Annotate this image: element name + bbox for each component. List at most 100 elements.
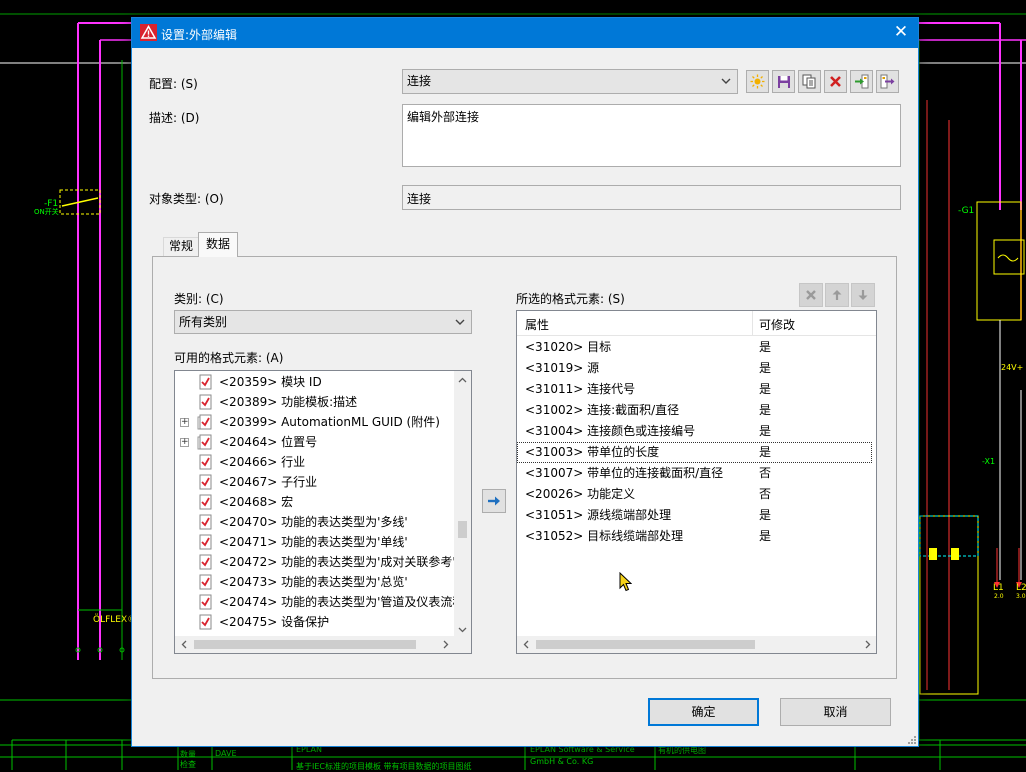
modifiable-value: 是 <box>759 508 772 522</box>
modifiable-value: 是 <box>759 424 772 438</box>
save-config-button[interactable] <box>772 70 795 93</box>
close-button[interactable]: ✕ <box>884 18 918 48</box>
available-elements-tree[interactable]: <20359> 模块 ID <20389> 功能模板:描述 + <20399> Aut… <box>174 370 472 654</box>
list-row[interactable]: <20026> 功能定义 否 <box>517 484 872 505</box>
column-header-modifiable[interactable]: 可修改 <box>759 316 795 333</box>
list-row[interactable]: <31019> 源 是 <box>517 358 872 379</box>
f1-desc: ON开关 <box>34 207 59 216</box>
scroll-right-icon[interactable] <box>859 636 876 653</box>
new-star-icon <box>750 74 765 89</box>
export-icon <box>880 74 895 89</box>
category-label: 类别: (C) <box>174 292 224 306</box>
available-hscrollbar[interactable] <box>175 636 471 653</box>
config-label: 配置: (S) <box>149 77 198 91</box>
modifiable-value: 是 <box>759 361 772 375</box>
tree-item[interactable]: <20359> 模块 ID <box>175 372 454 392</box>
tree-item[interactable]: + <20464> 位置号 <box>175 432 454 452</box>
hscroll-thumb[interactable] <box>536 640 755 649</box>
hscroll-thumb[interactable] <box>194 640 416 649</box>
move-down-button[interactable] <box>851 283 875 307</box>
scroll-right-icon[interactable] <box>437 636 454 653</box>
description-textarea[interactable]: 编辑外部连接 <box>402 104 901 167</box>
modifiable-value: 是 <box>759 340 772 354</box>
config-select[interactable]: 连接 <box>402 69 738 94</box>
object-type-field: 连接 <box>402 185 901 210</box>
object-type-label: 对象类型: (O) <box>149 192 224 206</box>
tab-data[interactable]: 数据 <box>198 232 238 257</box>
tree-item[interactable]: <20389> 功能模板:描述 <box>175 392 454 412</box>
import-config-button[interactable] <box>850 70 873 93</box>
tree-item[interactable]: <20474> 功能的表达类型为'管道及仪表流程 <box>175 592 464 612</box>
tree-item[interactable]: <20470> 功能的表达类型为'多线' <box>175 512 454 532</box>
new-config-button[interactable] <box>746 70 769 93</box>
property-name: <31019> 源 <box>525 361 600 375</box>
selected-elements-list[interactable]: 属性 可修改 <31020> 目标是 <31019> 源是 <31011> 连接代号… <box>516 310 877 654</box>
tree-item-label: <20471> 功能的表达类型为'单线' <box>219 535 408 549</box>
list-row[interactable]: <31007> 带单位的连接截面积/直径 否 <box>517 463 872 484</box>
tb-company2: GmbH & Co. KG <box>530 757 594 766</box>
tree-item-label: <20472> 功能的表达类型为'成对关联参考' <box>219 555 456 569</box>
expand-icon[interactable]: + <box>180 438 189 447</box>
add-element-button[interactable] <box>482 489 506 513</box>
list-row[interactable]: <31052> 目标线缆端部处理 是 <box>517 526 872 547</box>
ok-button[interactable]: 确定 <box>648 698 759 726</box>
property-check-icon <box>199 454 212 470</box>
list-row[interactable]: <31020> 目标 是 <box>517 337 872 358</box>
export-config-button[interactable] <box>876 70 899 93</box>
scroll-left-icon[interactable] <box>175 636 192 653</box>
tab-general[interactable]: 常规 <box>163 237 199 256</box>
category-select[interactable]: 所有类别 <box>174 310 472 334</box>
modifiable-value: 是 <box>759 529 772 543</box>
tree-item[interactable]: <20467> 子行业 <box>175 472 454 492</box>
property-check-icon <box>199 594 212 610</box>
list-row[interactable]: <31004> 连接颜色或连接编号 是 <box>517 421 872 442</box>
x1-label: -X1 <box>982 457 995 466</box>
chevron-down-icon <box>721 78 731 84</box>
property-check-icon <box>197 434 212 450</box>
scroll-up-icon[interactable] <box>454 371 471 388</box>
available-vscrollbar[interactable] <box>454 371 471 638</box>
tree-item[interactable]: <20475> 设备保护 <box>175 612 454 632</box>
move-up-button[interactable] <box>825 283 849 307</box>
tree-item[interactable]: <20468> 宏 <box>175 492 454 512</box>
tb-field2: DAVE <box>215 749 237 758</box>
expand-icon[interactable]: + <box>180 418 189 427</box>
mouse-cursor-icon <box>619 572 632 592</box>
property-check-icon <box>199 494 212 510</box>
tree-item[interactable]: <20471> 功能的表达类型为'单线' <box>175 532 454 552</box>
list-row[interactable]: <31003> 带单位的长度 是 <box>517 442 872 463</box>
list-row[interactable]: <31002> 连接:截面积/直径 是 <box>517 400 872 421</box>
tree-item[interactable]: <20473> 功能的表达类型为'总览' <box>175 572 454 592</box>
l2-label: L2 <box>1016 583 1026 593</box>
column-header-property[interactable]: 属性 <box>525 316 549 333</box>
resize-grip-icon[interactable] <box>906 734 916 744</box>
tree-item-label: <20474> 功能的表达类型为'管道及仪表流程 <box>219 595 465 609</box>
scroll-left-icon[interactable] <box>517 636 534 653</box>
tree-item-label: <20475> 设备保护 <box>219 615 330 629</box>
vscroll-thumb[interactable] <box>458 521 467 538</box>
delete-config-button[interactable] <box>824 70 847 93</box>
tree-item-label: <20389> 功能模板:描述 <box>219 395 358 409</box>
property-name: <31004> 连接颜色或连接编号 <box>525 424 696 438</box>
tree-item[interactable]: <20466> 行业 <box>175 452 454 472</box>
property-name: <31002> 连接:截面积/直径 <box>525 403 680 417</box>
list-row[interactable]: <31011> 连接代号 是 <box>517 379 872 400</box>
dialog-titlebar[interactable]: 设置:外部编辑 ✕ <box>132 18 918 48</box>
column-divider[interactable] <box>752 311 753 335</box>
warning-app-icon <box>140 24 157 41</box>
tab-panel-data: 类别: (C) 所有类别 可用的格式元素: (A) <20359> 模块 ID <… <box>152 256 897 679</box>
list-row[interactable]: <31051> 源线缆端部处理 是 <box>517 505 872 526</box>
modifiable-value: 是 <box>759 382 772 396</box>
remove-element-button[interactable] <box>799 283 823 307</box>
arrow-down-icon <box>858 290 868 300</box>
tree-item[interactable]: <20472> 功能的表达类型为'成对关联参考' <box>175 552 456 572</box>
cancel-button[interactable]: 取消 <box>780 698 891 726</box>
dialog-title: 设置:外部编辑 <box>161 28 238 42</box>
svg-text:2.0: 2.0 <box>994 593 1004 600</box>
tree-item[interactable]: + <20399> AutomationML GUID (附件) <box>175 412 454 432</box>
copy-config-button[interactable] <box>798 70 821 93</box>
property-name: <31003> 带单位的长度 <box>525 445 660 459</box>
tree-item-label: <20467> 子行业 <box>219 475 318 489</box>
modifiable-value: 是 <box>759 403 772 417</box>
selected-hscrollbar[interactable] <box>517 636 876 653</box>
